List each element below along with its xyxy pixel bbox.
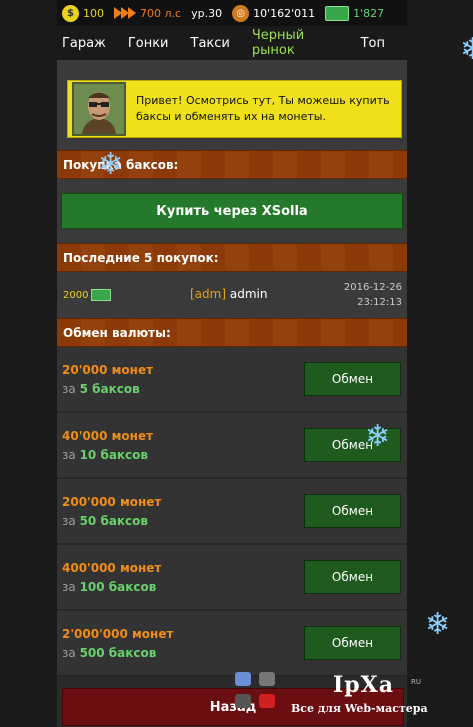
exchange-button[interactable]: Обмен bbox=[304, 560, 401, 594]
level-stat: ур.30 bbox=[191, 7, 222, 20]
offer-price: за 500 баксов bbox=[62, 646, 156, 660]
cube-icon bbox=[259, 672, 275, 686]
purchase-time: 23:12:13 bbox=[357, 297, 402, 308]
cash-icon bbox=[91, 289, 112, 301]
power-stat: 700 л.с bbox=[114, 7, 181, 20]
offer-price-value: 100 баксов bbox=[79, 580, 157, 594]
offer-price-prefix: за bbox=[62, 448, 76, 462]
offer-price-value: 10 баксов bbox=[79, 448, 149, 462]
status-bar: $ 100 700 л.с ур.30 ◎ 10'162'011 1'827 bbox=[57, 0, 407, 26]
npc-avatar bbox=[72, 82, 126, 136]
coin-icon: ◎ bbox=[232, 4, 250, 22]
snowflake-icon: ❄ bbox=[365, 419, 391, 454]
exchange-offer: 20'000 монет за 5 баксов Обмен bbox=[57, 347, 407, 413]
offer-coins: 2'000'000 монет bbox=[62, 627, 174, 641]
gold-stat: $ 100 bbox=[62, 4, 104, 22]
cube-icon bbox=[235, 672, 251, 686]
user-name: admin bbox=[229, 287, 268, 301]
offer-price-prefix: за bbox=[62, 646, 76, 660]
last-purchases-header: Последние 5 покупок: bbox=[57, 243, 407, 272]
snowflake-icon: ❄ bbox=[425, 607, 451, 642]
offer-price-value: 500 баксов bbox=[79, 646, 157, 660]
purchase-datetime: 2016-12-26 23:12:13 bbox=[344, 280, 402, 310]
offer-price: за 5 баксов bbox=[62, 382, 140, 396]
exchange-header: Обмен валюты: bbox=[57, 318, 407, 347]
main-nav: Гараж Гонки Такси Черный рынок Топ bbox=[57, 26, 407, 60]
level-value: ур.30 bbox=[191, 6, 223, 20]
offer-price: за 50 баксов bbox=[62, 514, 148, 528]
exchange-button[interactable]: Обмен bbox=[304, 626, 401, 660]
offer-price-value: 5 баксов bbox=[79, 382, 140, 396]
cube-icon bbox=[259, 694, 275, 708]
gold-value: 100 bbox=[83, 6, 104, 20]
offer-price-prefix: за bbox=[62, 580, 76, 594]
npc-line-2: баксы и обменять их на монеты. bbox=[136, 110, 326, 123]
exchange-offer: 40'000 монет за 10 баксов Обмен bbox=[57, 413, 407, 479]
offer-price-prefix: за bbox=[62, 382, 76, 396]
watermark-ru: RU bbox=[411, 678, 421, 686]
purchase-date: 2016-12-26 bbox=[343, 282, 402, 293]
watermark-subtitle: Все для Web-мастера bbox=[291, 702, 428, 715]
cube-icon bbox=[235, 694, 251, 708]
offer-price-prefix: за bbox=[62, 514, 76, 528]
app-container: $ 100 700 л.с ур.30 ◎ 10'162'011 1'827 Г… bbox=[57, 0, 407, 727]
offer-price: за 100 баксов bbox=[62, 580, 156, 594]
exchange-button[interactable]: Обмен bbox=[304, 362, 401, 396]
purchase-user[interactable]: [adm] admin bbox=[190, 287, 267, 301]
watermark-logo: IpXa bbox=[333, 672, 394, 698]
offer-coins: 20'000 монет bbox=[62, 363, 154, 377]
purchase-amount: 2000 bbox=[63, 289, 112, 301]
cash-icon bbox=[325, 5, 350, 21]
gold-coin-icon: $ bbox=[62, 4, 79, 22]
tab-taxi[interactable]: Такси bbox=[191, 36, 230, 51]
offer-coins: 40'000 монет bbox=[62, 429, 154, 443]
offer-coins: 400'000 монет bbox=[62, 561, 162, 575]
exchange-button[interactable]: Обмен bbox=[304, 494, 401, 528]
offer-price: за 10 баксов bbox=[62, 448, 148, 462]
tab-black-market[interactable]: Черный рынок bbox=[252, 28, 339, 58]
exchange-offer: 200'000 монет за 50 баксов Обмен bbox=[57, 479, 407, 545]
site-watermark: IpXa RU Все для Web-мастера bbox=[235, 668, 473, 727]
offer-price-value: 50 баксов bbox=[79, 514, 149, 528]
tab-garage[interactable]: Гараж bbox=[62, 36, 106, 51]
offer-coins: 200'000 монет bbox=[62, 495, 162, 509]
buy-xsolla-button[interactable]: Купить через XSolla bbox=[61, 193, 403, 229]
tab-races[interactable]: Гонки bbox=[128, 36, 169, 51]
snowflake-icon: ❄ bbox=[98, 147, 124, 182]
cash-stat: 1'827 bbox=[325, 5, 385, 21]
buy-row: Купить через XSolla bbox=[57, 179, 407, 243]
purchase-row: 2000 [adm] admin 2016-12-26 23:12:13 bbox=[57, 272, 407, 318]
cash-value: 1'827 bbox=[353, 6, 385, 20]
npc-greeting: Привет! Осмотрись тут, Ты можешь купить … bbox=[67, 80, 402, 138]
npc-line-1: Привет! Осмотрись тут, Ты можешь купить bbox=[136, 94, 390, 107]
coins-value: 10'162'011 bbox=[253, 6, 316, 20]
tab-top[interactable]: Топ bbox=[361, 36, 385, 51]
horsepower-icon bbox=[114, 7, 136, 19]
exchange-offer: 400'000 монет за 100 баксов Обмен bbox=[57, 545, 407, 611]
snowflake-icon: ❄ bbox=[460, 32, 473, 67]
user-tag: [adm] bbox=[190, 287, 227, 301]
power-value: 700 л.с bbox=[140, 6, 182, 20]
purchase-amount-value: 2000 bbox=[63, 289, 89, 301]
coins-stat: ◎ 10'162'011 bbox=[232, 4, 316, 22]
npc-message: Привет! Осмотрись тут, Ты можешь купить … bbox=[136, 93, 390, 125]
